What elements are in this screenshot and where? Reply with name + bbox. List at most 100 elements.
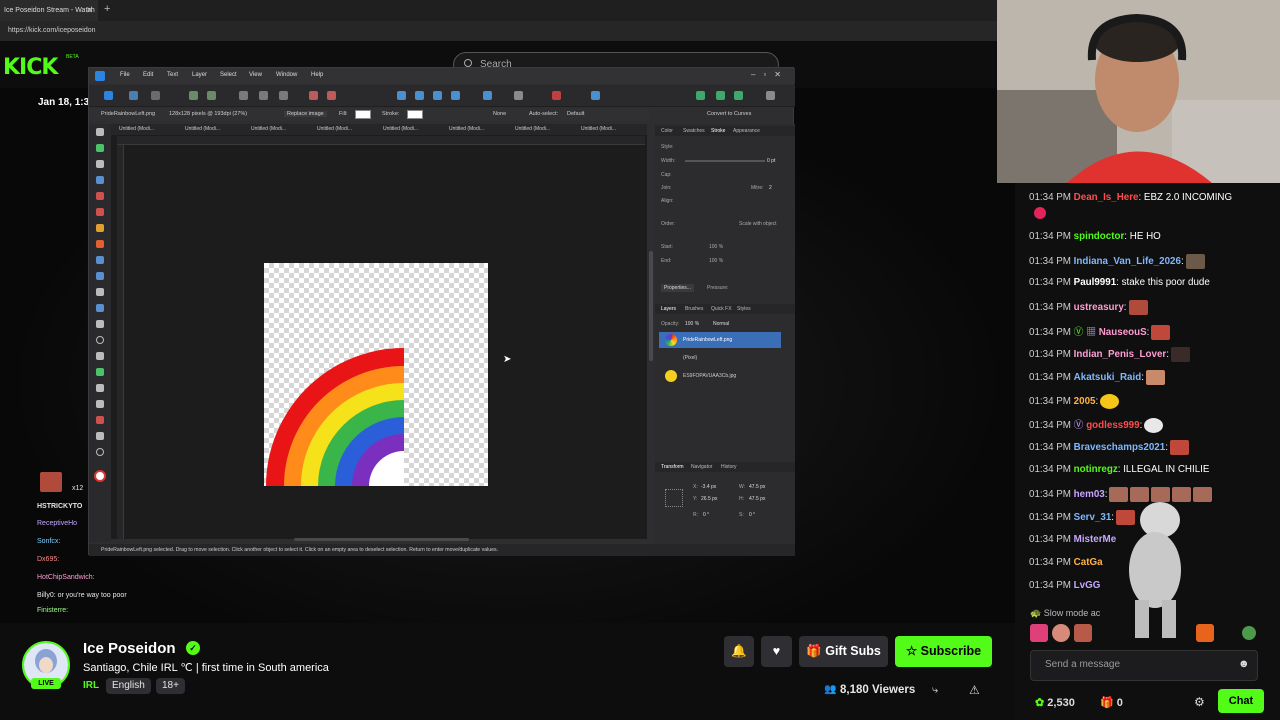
emote-button[interactable] xyxy=(1030,624,1048,642)
rectangle-tool-icon[interactable] xyxy=(96,320,104,328)
chat-username[interactable]: Akatsuki_Raid xyxy=(1074,372,1142,383)
chat-username[interactable]: Braveschamps2021 xyxy=(1074,442,1166,453)
tab-quick-fx[interactable]: Quick FX xyxy=(711,306,732,312)
width-value[interactable]: 0 pt xyxy=(767,158,775,164)
ellipse-tool-icon[interactable] xyxy=(96,336,104,344)
affinity-designer-window[interactable]: File Edit Text Layer Select View Window … xyxy=(88,67,795,556)
layer-row[interactable]: PrideRainbowLeft.png xyxy=(659,332,781,348)
menu-layer[interactable]: Layer xyxy=(192,72,207,78)
channel-points[interactable]: ✿ 2,530 xyxy=(1035,696,1075,709)
layer-row[interactable]: ES9FOPAVUAA3Cb.jpg xyxy=(659,368,781,384)
opacity-value[interactable]: 100 % xyxy=(685,321,699,327)
pride-rainbow-image[interactable] xyxy=(264,263,488,486)
tab-styles[interactable]: Styles xyxy=(737,306,751,312)
replace-image-button[interactable]: Replace image xyxy=(284,111,327,117)
corner-tool-icon[interactable] xyxy=(96,176,104,184)
share-icon[interactable]: ⤷ xyxy=(932,684,938,697)
notification-bell-button[interactable]: 🔔 xyxy=(724,636,754,667)
kick-logo[interactable]: KICK xyxy=(3,55,58,80)
document-tab[interactable]: Untitled (Modi... xyxy=(119,126,154,132)
frame-text-icon[interactable] xyxy=(96,400,104,408)
tab-navigator[interactable]: Navigator xyxy=(691,464,712,470)
chat-username[interactable]: 2005 xyxy=(1074,396,1096,407)
tab-layers[interactable]: Layers xyxy=(661,306,676,312)
context-image-info[interactable]: 128x128 pixels @ 193dpi (27%) xyxy=(169,111,247,117)
place-image-icon[interactable] xyxy=(96,288,104,296)
tab-transform[interactable]: Transform xyxy=(661,464,684,470)
stroke-none-label[interactable]: None xyxy=(493,111,506,117)
brush-tool-icon[interactable] xyxy=(96,224,104,232)
close-tab-icon[interactable]: ✕ xyxy=(86,5,94,16)
arrange-forward-icon[interactable] xyxy=(415,91,424,100)
insert-inside-icon[interactable] xyxy=(259,91,268,100)
export-persona-icon[interactable] xyxy=(151,91,160,100)
document-tab[interactable]: Untitled (Modi... xyxy=(251,126,286,132)
shape-tool-icon[interactable] xyxy=(96,368,104,376)
address-bar[interactable]: https://kick.com/iceposeidon xyxy=(0,21,997,41)
auto-select-dropdown[interactable]: Default xyxy=(567,111,584,117)
artistic-text-icon[interactable] xyxy=(96,384,104,392)
snap-options-icon[interactable] xyxy=(207,91,216,100)
point-transform-icon[interactable] xyxy=(96,160,104,168)
tab-color[interactable]: Color xyxy=(661,128,673,134)
menu-help[interactable]: Help xyxy=(311,72,323,78)
snap-icon[interactable] xyxy=(189,91,198,100)
tab-stroke[interactable]: Stroke xyxy=(711,128,725,134)
stroke-swatch[interactable] xyxy=(407,110,423,119)
vertical-scrollbar[interactable] xyxy=(649,251,653,361)
chat-username[interactable]: godless999 xyxy=(1086,420,1139,431)
streamer-name[interactable]: Ice Poseidon xyxy=(83,640,176,657)
fill-swatch[interactable] xyxy=(355,110,371,119)
x-value[interactable]: -3.4 px xyxy=(701,484,716,490)
pen-tool-icon[interactable] xyxy=(96,192,104,200)
emoji-picker-icon[interactable]: ☻ xyxy=(1238,658,1250,670)
node-tool-icon[interactable] xyxy=(96,144,104,152)
menu-select[interactable]: Select xyxy=(220,72,237,78)
h-value[interactable]: 47.5 px xyxy=(749,496,765,502)
assistant-icon[interactable] xyxy=(696,91,705,100)
tag-18-plus[interactable]: 18+ xyxy=(156,678,185,694)
document-tab[interactable]: Untitled (Modi... xyxy=(515,126,550,132)
emote-button[interactable] xyxy=(1196,624,1214,642)
chat-username[interactable]: spindoctor xyxy=(1074,231,1125,242)
menu-text[interactable]: Text xyxy=(167,72,178,78)
tag-english[interactable]: English xyxy=(106,678,151,694)
tab-swatches[interactable]: Swatches xyxy=(683,128,705,134)
color-swatch-icon[interactable] xyxy=(94,470,106,482)
tab-history[interactable]: History xyxy=(721,464,737,470)
arrange-back-icon[interactable] xyxy=(451,91,460,100)
align-icon[interactable] xyxy=(483,91,492,100)
emote-button[interactable] xyxy=(1242,626,1256,640)
convert-to-curves-button[interactable]: Convert to Curves xyxy=(707,111,751,117)
chat-username[interactable]: ustreasury xyxy=(1074,302,1124,313)
start-pct[interactable]: 100 % xyxy=(709,244,723,250)
r-value[interactable]: 0 ° xyxy=(703,512,709,518)
chat-username[interactable]: LvGG xyxy=(1074,580,1101,591)
gift-subs-button[interactable]: 🎁 Gift Subs xyxy=(799,636,888,667)
emote-button[interactable] xyxy=(1074,624,1092,642)
chat-send-button[interactable]: Chat xyxy=(1218,689,1264,713)
menu-file[interactable]: File xyxy=(120,72,130,78)
pencil-tool-icon[interactable] xyxy=(96,208,104,216)
boolean-subtract-icon[interactable] xyxy=(327,91,336,100)
y-value[interactable]: 26.5 px xyxy=(701,496,717,502)
mitre-value[interactable]: 2 xyxy=(769,185,772,191)
report-icon[interactable]: ⚠ xyxy=(969,683,980,697)
menu-view[interactable]: View xyxy=(249,72,262,78)
follow-button[interactable]: ♥ xyxy=(761,636,792,667)
document-tab[interactable]: Untitled (Modi... xyxy=(185,126,220,132)
browser-tab[interactable]: Ice Poseidon Stream - Watch xyxy=(0,0,98,21)
subscribe-button[interactable]: ☆ Subscribe xyxy=(895,636,992,667)
zoom-tool-icon[interactable] xyxy=(96,448,104,456)
designer-persona-icon[interactable] xyxy=(104,91,113,100)
w-value[interactable]: 47.5 px xyxy=(749,484,765,490)
document-tab[interactable]: Untitled (Modi... xyxy=(449,126,484,132)
boolean-add-icon[interactable] xyxy=(309,91,318,100)
layer-row[interactable]: (Pixel) xyxy=(659,350,781,366)
gradient-tool-icon[interactable] xyxy=(96,256,104,264)
arrange-front-icon[interactable] xyxy=(397,91,406,100)
fill-tool-icon[interactable] xyxy=(96,240,104,248)
width-slider[interactable] xyxy=(685,160,765,162)
horizontal-scrollbar[interactable] xyxy=(294,538,469,541)
rotate-icon[interactable] xyxy=(591,91,600,100)
